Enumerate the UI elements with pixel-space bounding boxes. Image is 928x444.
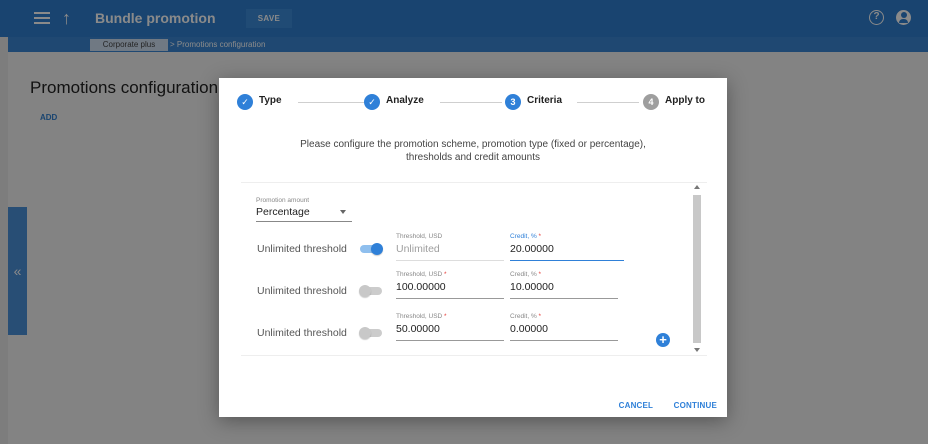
step-connector <box>298 102 364 103</box>
step-connector <box>440 102 502 103</box>
threshold-field-label: Threshold, USD * <box>396 313 447 320</box>
check-circle-icon: ✓ <box>364 94 380 110</box>
credit-value: 10.00000 <box>510 281 554 293</box>
credit-field-label: Credit, % * <box>510 271 542 278</box>
unlimited-threshold-toggle[interactable] <box>359 285 383 297</box>
credit-field[interactable]: Credit, % * 0.00000 <box>510 313 618 341</box>
threshold-row: Unlimited threshold Threshold, USD * 100… <box>241 271 707 305</box>
promotion-amount-select[interactable]: Percentage <box>256 206 352 222</box>
credit-value: 0.00000 <box>510 323 548 335</box>
step-connector <box>577 102 639 103</box>
panel-scrollbar[interactable] <box>692 183 702 355</box>
credit-field[interactable]: Credit, % * 10.00000 <box>510 271 618 299</box>
check-circle-icon: ✓ <box>237 94 253 110</box>
unlimited-threshold-toggle[interactable] <box>359 243 383 255</box>
unlimited-threshold-label: Unlimited threshold <box>257 327 347 339</box>
threshold-value: 100.00000 <box>396 281 446 293</box>
scroll-down-icon[interactable] <box>694 348 700 352</box>
step-label: Criteria <box>527 95 563 106</box>
caret-down-icon <box>340 210 346 214</box>
threshold-field-label: Threshold, USD * <box>396 271 447 278</box>
threshold-field[interactable]: Threshold, USD Unlimited <box>396 233 504 261</box>
wizard-stepper: ✓ Type ✓ Analyze 3 Criteria 4 Apply to <box>219 78 727 124</box>
credit-field[interactable]: Credit, % * 20.00000 <box>510 233 624 261</box>
thresholds-panel: Promotion amount Percentage Unlimited th… <box>241 182 707 356</box>
threshold-value: Unlimited <box>396 243 440 255</box>
step-number-icon: 3 <box>505 94 521 110</box>
step-label: Analyze <box>386 95 424 106</box>
unlimited-threshold-toggle[interactable] <box>359 327 383 339</box>
credit-field-label: Credit, % * <box>510 233 542 240</box>
unlimited-threshold-label: Unlimited threshold <box>257 243 347 255</box>
scrollbar-thumb[interactable] <box>693 195 701 343</box>
promotion-amount-value: Percentage <box>256 206 310 218</box>
promotion-amount-label: Promotion amount <box>256 197 310 204</box>
credit-value: 20.00000 <box>510 243 554 255</box>
dialog-actions: CANCEL CONTINUE <box>603 395 717 410</box>
dialog-instructions: Please configure the promotion scheme, p… <box>259 138 687 164</box>
credit-field-label: Credit, % * <box>510 313 542 320</box>
step-label: Type <box>259 95 282 106</box>
threshold-field[interactable]: Threshold, USD * 100.00000 <box>396 271 504 299</box>
threshold-field[interactable]: Threshold, USD * 50.00000 <box>396 313 504 341</box>
add-threshold-button[interactable]: + <box>656 333 670 347</box>
threshold-row: Unlimited threshold Threshold, USD Unlim… <box>241 229 707 263</box>
scroll-up-icon[interactable] <box>694 185 700 189</box>
instructions-line: thresholds and credit amounts <box>406 152 540 163</box>
threshold-value: 50.00000 <box>396 323 440 335</box>
wizard-dialog: ✓ Type ✓ Analyze 3 Criteria 4 Apply to P… <box>219 78 727 417</box>
cancel-button[interactable]: CANCEL <box>619 401 654 410</box>
threshold-row: Unlimited threshold Threshold, USD * 50.… <box>241 313 707 347</box>
threshold-field-label: Threshold, USD <box>396 233 443 240</box>
unlimited-threshold-label: Unlimited threshold <box>257 285 347 297</box>
continue-button[interactable]: CONTINUE <box>674 401 717 410</box>
instructions-line: Please configure the promotion scheme, p… <box>300 139 646 150</box>
step-number-icon: 4 <box>643 94 659 110</box>
step-label: Apply to <box>665 95 705 106</box>
